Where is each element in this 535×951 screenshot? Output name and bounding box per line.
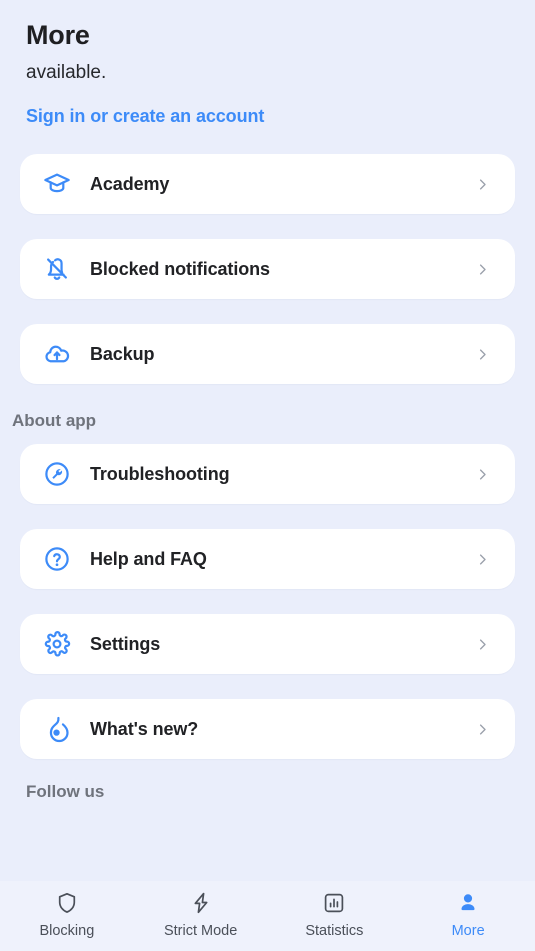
chevron-right-icon — [473, 635, 491, 653]
lightning-bolt-icon — [189, 890, 213, 916]
list-item-label: Blocked notifications — [90, 258, 270, 279]
list-item-label: Help and FAQ — [90, 548, 207, 569]
list-item-label: Troubleshooting — [90, 463, 230, 484]
nav-item-blocking[interactable]: Blocking — [0, 890, 134, 939]
page-subtitle: available. — [26, 62, 107, 83]
chevron-right-icon — [473, 720, 491, 738]
chevron-right-icon — [473, 550, 491, 568]
primary-items-group: Academy Blocked notifications Backup — [0, 154, 535, 384]
list-item-settings[interactable]: Settings — [20, 614, 515, 674]
scroll-content: More available. Sign in or create an acc… — [0, 0, 535, 951]
about-items-group: Troubleshooting Help and FAQ Settings Wh… — [0, 444, 535, 759]
list-item-troubleshooting[interactable]: Troubleshooting — [20, 444, 515, 504]
list-item-blocked-notifications[interactable]: Blocked notifications — [20, 239, 515, 299]
list-item-academy[interactable]: Academy — [20, 154, 515, 214]
chevron-right-icon — [473, 465, 491, 483]
chevron-right-icon — [473, 345, 491, 363]
gear-icon — [40, 627, 74, 661]
list-item-label: Settings — [90, 633, 161, 654]
list-item-help-and-faq[interactable]: Help and FAQ — [20, 529, 515, 589]
graduation-cap-icon — [40, 167, 74, 201]
list-item-whats-new[interactable]: What's new? — [20, 699, 515, 759]
cloud-upload-icon — [40, 337, 74, 371]
section-label-follow-us: Follow us — [26, 782, 105, 801]
sign-in-link[interactable]: Sign in or create an account — [26, 104, 264, 128]
bottom-navigation-bar: Blocking Strict Mode Statistics More — [0, 881, 535, 951]
list-item-label: Academy — [90, 173, 170, 194]
nav-item-more[interactable]: More — [401, 890, 535, 939]
nav-item-label: Strict Mode — [163, 923, 238, 939]
nav-item-label: Blocking — [39, 923, 95, 939]
nav-item-strict-mode[interactable]: Strict Mode — [134, 890, 268, 939]
nav-item-label: Statistics — [305, 923, 364, 939]
list-item-label: What's new? — [90, 718, 199, 739]
wrench-circle-icon — [40, 457, 74, 491]
list-item-label: Backup — [90, 343, 155, 364]
chevron-right-icon — [473, 175, 491, 193]
person-icon — [456, 890, 480, 916]
list-item-backup[interactable]: Backup — [20, 324, 515, 384]
shield-icon — [55, 890, 79, 916]
question-circle-icon — [40, 542, 74, 576]
flame-icon — [40, 712, 74, 746]
page-title: More — [26, 20, 90, 50]
section-label-about-app: About app — [12, 411, 97, 430]
bar-chart-icon — [322, 890, 346, 916]
page-header: More available. Sign in or create an acc… — [0, 0, 535, 128]
nav-item-label: More — [451, 923, 485, 939]
bell-off-icon — [40, 252, 74, 286]
app-screen: More available. Sign in or create an acc… — [0, 0, 535, 951]
nav-item-statistics[interactable]: Statistics — [268, 890, 402, 939]
chevron-right-icon — [473, 260, 491, 278]
